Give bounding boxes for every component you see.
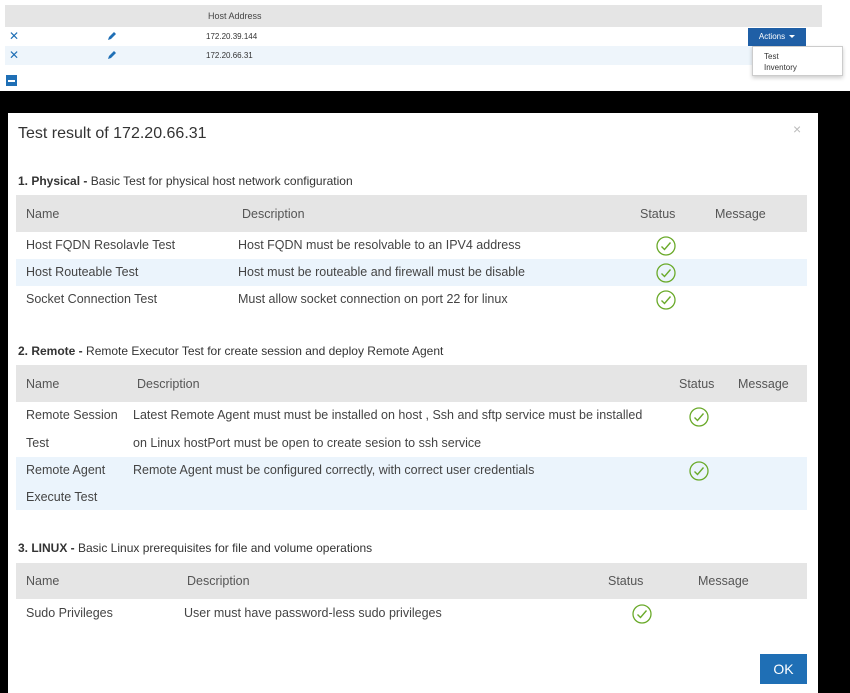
test-description-line1: Remote Agent must be configured correctl… (133, 463, 535, 477)
table-row: ✕ 172.20.66.31 (5, 46, 822, 65)
column-header-status: Status (679, 377, 715, 391)
section-title-text: Remote Executor Test for create session … (82, 344, 444, 358)
test-description: User must have password-less sudo privil… (184, 606, 442, 620)
table-header: Name Description Status Message (16, 563, 807, 599)
caret-down-icon (789, 35, 796, 39)
test-description: Host FQDN must be resolvable to an IPV4 … (238, 238, 521, 252)
column-header-message: Message (698, 574, 749, 588)
modal-title: Test result of 172.20.66.31 (18, 125, 207, 142)
check-circle-icon (656, 263, 676, 283)
table-row: Host FQDN Resolavle Test Host FQDN must … (16, 232, 807, 259)
column-header-name: Name (26, 207, 60, 221)
actions-dropdown-menu: Test Inventory (752, 46, 843, 76)
table-row: Socket Connection Test Must allow socket… (16, 286, 807, 313)
column-header-message: Message (715, 207, 766, 221)
host-table-panel: Host Address ✕ 172.20.39.144 ✕ 172.20.66… (0, 0, 850, 91)
section-title-bold: 3. LINUX - (18, 541, 75, 555)
column-header-name: Name (26, 574, 60, 588)
host-address: 172.20.66.31 (206, 51, 253, 60)
test-name-line2: Test (26, 436, 49, 450)
check-circle-icon (689, 407, 709, 427)
table-header: Name Description Status Message (16, 195, 807, 232)
test-name-line2: Execute Test (26, 490, 98, 504)
collapse-minus-icon[interactable] (6, 75, 17, 86)
section-title-linux: 3. LINUX - Basic Linux prerequisites for… (18, 541, 372, 555)
column-header-description: Description (137, 377, 200, 391)
table-row: Remote Agent Execute Test Remote Agent m… (16, 457, 807, 510)
host-address-column-header: Host Address (208, 11, 262, 21)
column-header-description: Description (242, 207, 305, 221)
test-description: Host must be routeable and firewall must… (238, 265, 525, 279)
test-name: Sudo Privileges (26, 606, 113, 620)
column-header-status: Status (608, 574, 644, 588)
ok-button[interactable]: OK (760, 654, 807, 684)
table-row: Host Routeable Test Host must be routeab… (16, 259, 807, 286)
table-row: Sudo Privileges User must have password-… (16, 599, 807, 627)
test-description: Must allow socket connection on port 22 … (238, 292, 508, 306)
column-header-message: Message (738, 377, 789, 391)
check-circle-icon (656, 236, 676, 256)
check-circle-icon (632, 604, 652, 624)
delete-icon[interactable]: ✕ (9, 48, 19, 62)
section-title-remote: 2. Remote - Remote Executor Test for cre… (18, 344, 443, 358)
section-title-text: Basic Linux prerequisites for file and v… (74, 541, 373, 555)
check-circle-icon (656, 290, 676, 310)
test-result-modal: Test result of 172.20.66.31 × 1. Physica… (8, 113, 818, 693)
delete-icon[interactable]: ✕ (9, 29, 19, 43)
actions-label: Actions (758, 32, 786, 41)
host-table-header: Host Address (5, 5, 822, 27)
test-description-line2: on Linux hostPort must be open to create… (133, 436, 482, 450)
table-header: Name Description Status Message (16, 365, 807, 402)
pencil-icon[interactable] (106, 30, 118, 42)
host-address: 172.20.39.144 (206, 32, 258, 41)
table-row: ✕ 172.20.39.144 (5, 27, 822, 46)
test-name-line1: Remote Session (26, 408, 118, 422)
check-circle-icon (689, 461, 709, 481)
close-icon[interactable]: × (793, 121, 801, 137)
test-description-line1: Latest Remote Agent must must be install… (133, 408, 643, 422)
test-name-line1: Remote Agent (26, 463, 106, 477)
section-title-text: Basic Test for physical host network con… (87, 174, 353, 188)
section-title-physical: 1. Physical - Basic Test for physical ho… (18, 174, 353, 188)
section-title-bold: 1. Physical - (18, 174, 88, 188)
pencil-icon[interactable] (106, 49, 118, 61)
table-row: Remote Session Test Latest Remote Agent … (16, 402, 807, 457)
test-name: Host FQDN Resolavle Test (26, 238, 176, 252)
section-title-bold: 2. Remote - (18, 344, 83, 358)
column-header-name: Name (26, 377, 60, 391)
test-name: Host Routeable Test (26, 265, 139, 279)
test-name: Socket Connection Test (26, 292, 158, 306)
menu-item-test[interactable]: Test (764, 52, 779, 61)
menu-item-inventory[interactable]: Inventory (764, 63, 797, 72)
column-header-status: Status (640, 207, 676, 221)
column-header-description: Description (187, 574, 250, 588)
actions-button[interactable]: Actions (748, 28, 806, 46)
